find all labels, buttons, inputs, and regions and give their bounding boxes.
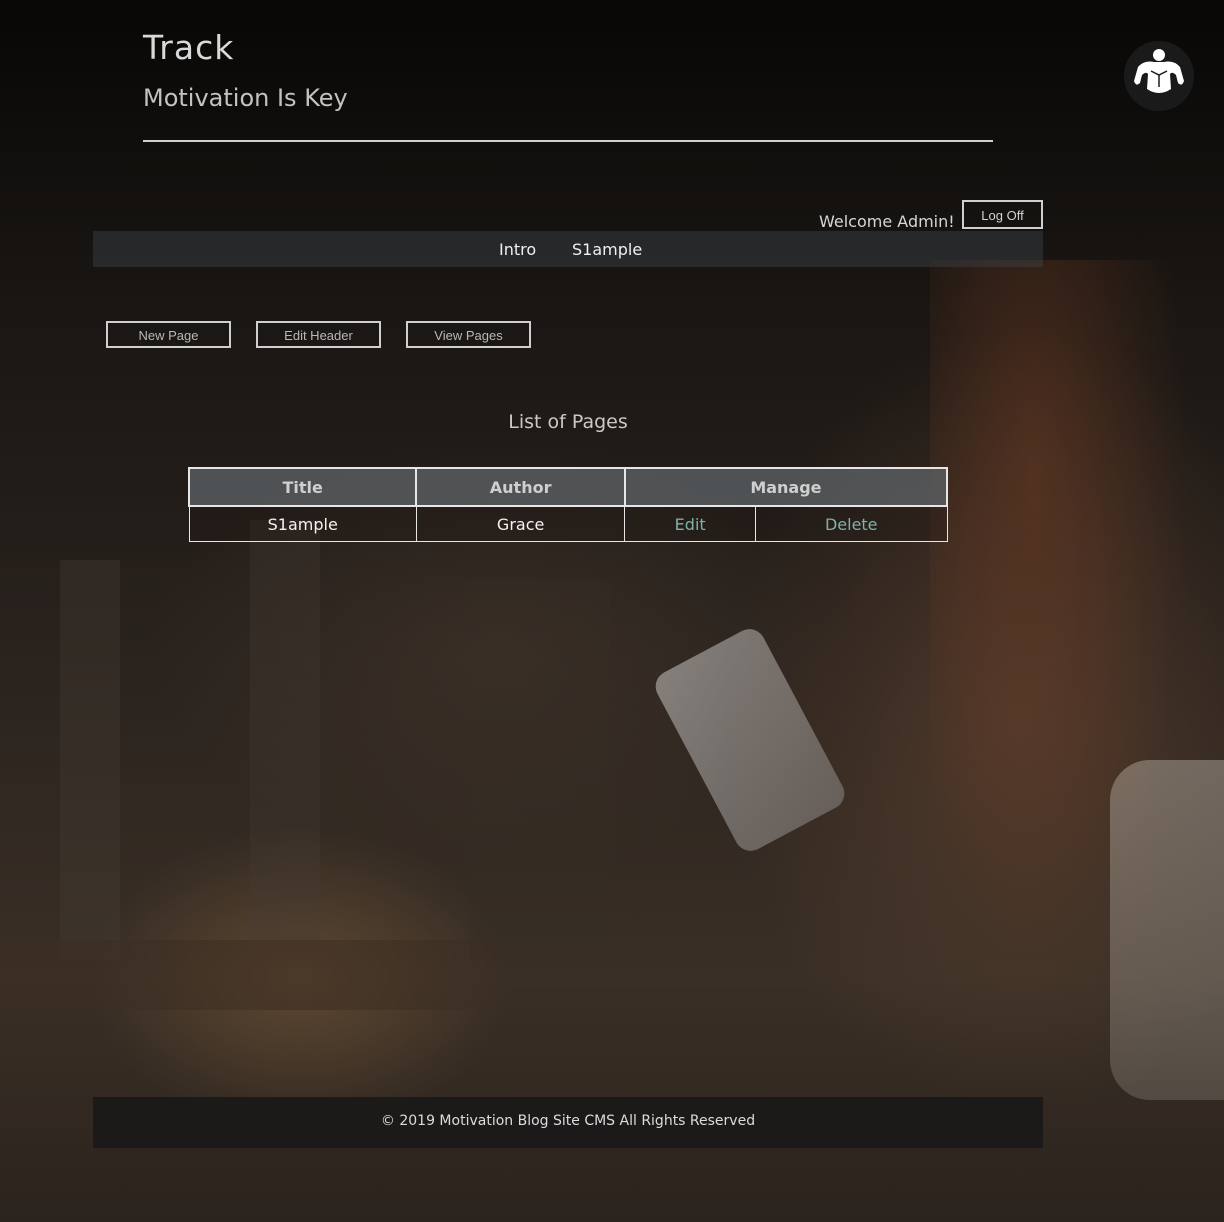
background-phone bbox=[650, 623, 850, 857]
pages-table: Title Author Manage S1ample Grace Edit D… bbox=[187, 467, 949, 542]
background-gym-column bbox=[250, 520, 320, 940]
nav-bar: Intro S1ample bbox=[93, 231, 1043, 267]
log-off-button[interactable]: Log Off bbox=[962, 200, 1043, 229]
background-photo bbox=[0, 0, 1224, 1222]
new-page-button[interactable]: New Page bbox=[106, 321, 231, 348]
welcome-message: Welcome Admin! bbox=[819, 212, 955, 231]
cell-author: Grace bbox=[415, 505, 626, 542]
column-header-title: Title bbox=[187, 467, 418, 507]
bodybuilder-icon bbox=[1124, 41, 1194, 111]
edit-link[interactable]: Edit bbox=[624, 505, 756, 542]
cell-title: S1ample bbox=[188, 505, 417, 542]
column-header-author: Author bbox=[415, 467, 626, 507]
list-heading: List of Pages bbox=[508, 411, 628, 433]
edit-header-button[interactable]: Edit Header bbox=[256, 321, 381, 348]
table-row: S1ample Grace Edit Delete bbox=[188, 505, 948, 542]
nav-item-intro[interactable]: Intro bbox=[499, 240, 536, 259]
site-title: Track bbox=[143, 28, 235, 67]
footer-copyright: © 2019 Motivation Blog Site CMS All Righ… bbox=[380, 1113, 756, 1129]
view-pages-button[interactable]: View Pages bbox=[406, 321, 531, 348]
background-bench bbox=[0, 940, 500, 1010]
column-header-manage: Manage bbox=[623, 467, 949, 507]
nav-item-s1ample[interactable]: S1ample bbox=[572, 240, 642, 259]
table-header-row: Title Author Manage bbox=[187, 467, 949, 507]
footer: © 2019 Motivation Blog Site CMS All Righ… bbox=[93, 1097, 1043, 1148]
header-divider bbox=[143, 140, 993, 142]
delete-link[interactable]: Delete bbox=[754, 505, 948, 542]
background-gym-column bbox=[60, 560, 120, 960]
background-gym-machine bbox=[470, 580, 610, 960]
site-subtitle: Motivation Is Key bbox=[143, 84, 348, 112]
background-towel bbox=[1110, 760, 1224, 1100]
